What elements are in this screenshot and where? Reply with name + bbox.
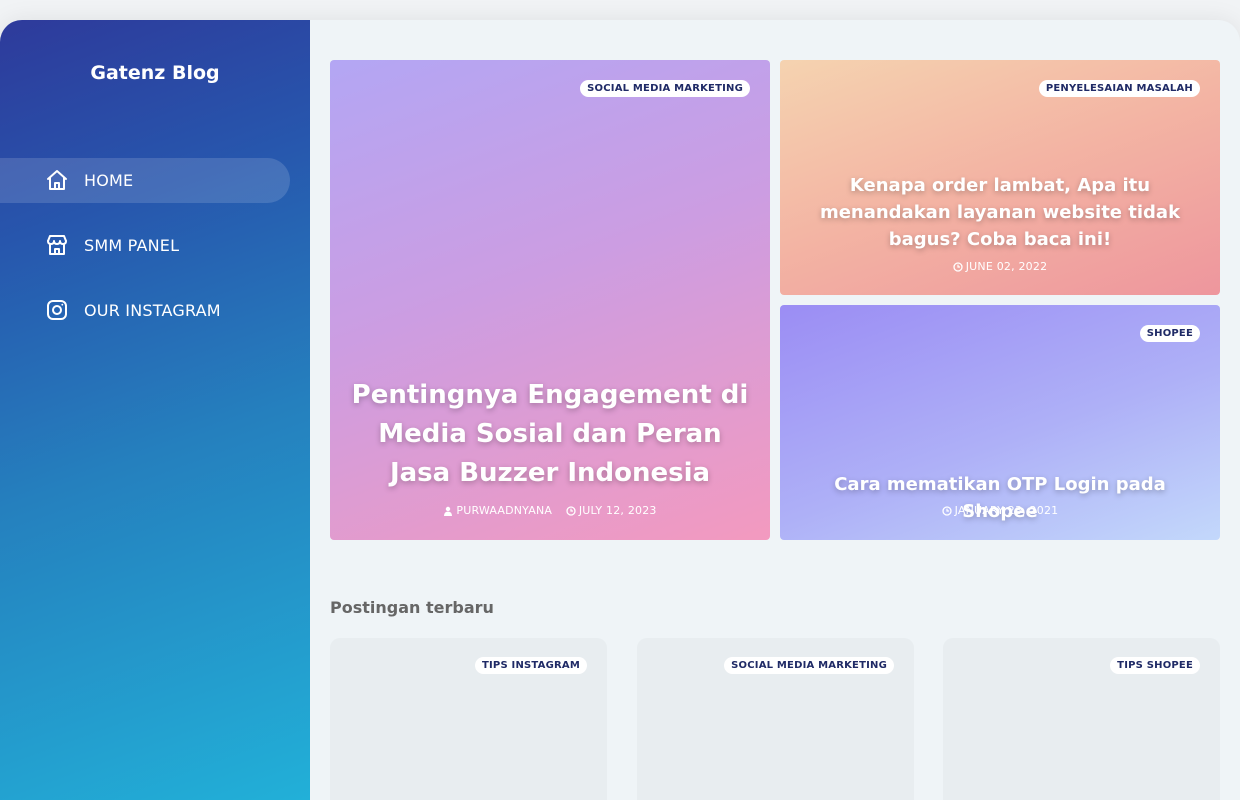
post-date: JUNE 02, 2022 [953, 260, 1048, 273]
sidebar-item-smm-panel[interactable]: SMM PANEL [0, 223, 290, 268]
post-date: JANUARY 23, 2021 [941, 504, 1059, 517]
recent-post-card[interactable]: SOCIAL MEDIA MARKETING [637, 638, 914, 800]
date-text: JULY 12, 2023 [578, 504, 657, 517]
section-title: Postingan terbaru [330, 598, 494, 617]
sidebar-item-label: HOME [84, 171, 134, 190]
user-icon [444, 506, 453, 516]
main-content: SOCIAL MEDIA MARKETING Pentingnya Engage… [310, 20, 1240, 800]
brand-title[interactable]: Gatenz Blog [0, 62, 310, 84]
featured-post-card[interactable]: SHOPEE Cara mematikan OTP Login pada Sho… [780, 305, 1220, 540]
clock-icon [953, 261, 963, 272]
sidebar: Gatenz Blog HOME SMM PANEL OUR INSTAGRAM [0, 20, 310, 800]
app-window: Gatenz Blog HOME SMM PANEL OUR INSTAGRAM… [0, 20, 1240, 800]
clock-icon [566, 505, 576, 516]
clock-icon [941, 505, 952, 516]
category-badge[interactable]: SOCIAL MEDIA MARKETING [724, 657, 894, 674]
post-date: JULY 12, 2023 [566, 504, 657, 517]
category-badge[interactable]: SHOPEE [1139, 325, 1200, 342]
instagram-icon [45, 298, 69, 322]
category-badge[interactable]: TIPS INSTAGRAM [474, 657, 587, 674]
store-icon [45, 233, 69, 257]
sidebar-nav: HOME SMM PANEL OUR INSTAGRAM [0, 158, 310, 353]
sidebar-item-label: OUR INSTAGRAM [84, 301, 221, 320]
post-meta: PURWAADNYANA JULY 12, 2023 [330, 504, 770, 519]
post-meta: JANUARY 23, 2021 [780, 504, 1220, 519]
author-name: PURWAADNYANA [456, 504, 553, 517]
sidebar-item-our-instagram[interactable]: OUR INSTAGRAM [0, 288, 290, 333]
home-icon [45, 168, 69, 192]
post-meta: JUNE 02, 2022 [780, 260, 1220, 275]
post-author[interactable]: PURWAADNYANA [443, 504, 552, 517]
category-badge[interactable]: PENYELESAIAN MASALAH [1038, 80, 1200, 97]
date-text: JUNE 02, 2022 [965, 260, 1048, 273]
sidebar-item-home[interactable]: HOME [0, 158, 290, 203]
post-title[interactable]: Kenapa order lambat, Apa itu menandakan … [800, 172, 1200, 253]
recent-post-card[interactable]: TIPS SHOPEE [943, 638, 1220, 800]
recent-post-card[interactable]: TIPS INSTAGRAM [330, 638, 607, 800]
category-badge[interactable]: SOCIAL MEDIA MARKETING [580, 80, 750, 97]
featured-post-card[interactable]: PENYELESAIAN MASALAH Kenapa order lambat… [780, 60, 1220, 295]
featured-post-card[interactable]: SOCIAL MEDIA MARKETING Pentingnya Engage… [330, 60, 770, 540]
category-badge[interactable]: TIPS SHOPEE [1110, 657, 1200, 674]
date-text: JANUARY 23, 2021 [954, 504, 1059, 517]
post-title[interactable]: Pentingnya Engagement di Media Sosial da… [350, 376, 750, 493]
sidebar-item-label: SMM PANEL [84, 236, 180, 255]
